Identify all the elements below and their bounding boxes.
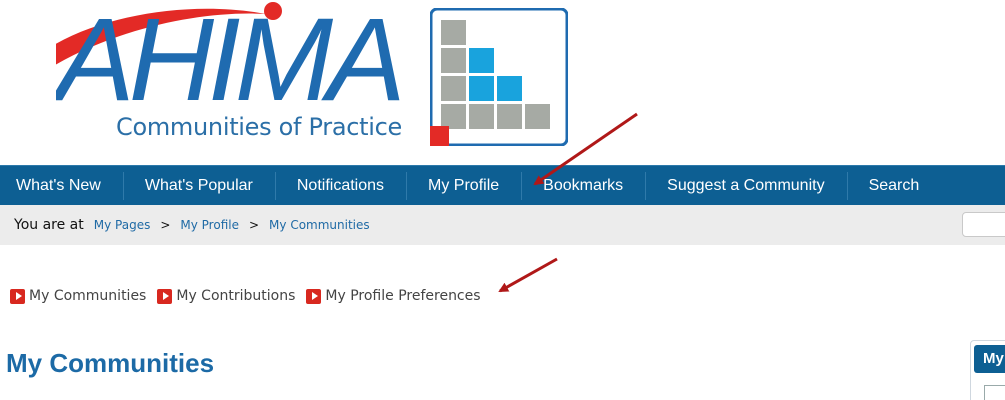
- site-header: AHIMA Communities of Practice: [0, 0, 1005, 163]
- breadcrumb-separator: >: [160, 218, 171, 232]
- logo-mark-icon: [430, 8, 568, 146]
- nav-whats-popular[interactable]: What's Popular: [122, 166, 275, 206]
- nav-my-profile[interactable]: My Profile: [406, 166, 521, 206]
- side-panel-header: My: [974, 345, 1005, 373]
- breadcrumb-separator: >: [248, 218, 260, 232]
- arrow-to-profile-preferences: [498, 257, 558, 293]
- logo-subtitle: Communities of Practice: [116, 113, 402, 141]
- search-input[interactable]: [962, 212, 1005, 237]
- breadcrumb: You are at My Pages > My Profile > My Co…: [0, 205, 1005, 245]
- side-panel-field[interactable]: [984, 385, 1005, 400]
- sublink-label: My Profile Preferences: [325, 288, 481, 304]
- sublink-my-profile-preferences[interactable]: My Profile Preferences: [306, 288, 481, 304]
- ahima-logo[interactable]: AHIMA: [56, 2, 416, 112]
- logo-wordmark: AHIMA: [56, 2, 400, 112]
- nav-suggest-community[interactable]: Suggest a Community: [645, 166, 846, 206]
- profile-sublinks: My Communities My Contributions My Profi…: [10, 288, 492, 304]
- breadcrumb-my-profile[interactable]: My Profile: [180, 218, 239, 232]
- sublink-my-contributions[interactable]: My Contributions: [157, 288, 295, 304]
- page-title: My Communities: [6, 348, 215, 378]
- sublink-label: My Communities: [29, 288, 147, 304]
- nav-notifications[interactable]: Notifications: [274, 166, 406, 206]
- sublink-my-communities[interactable]: My Communities: [10, 288, 146, 304]
- main-nav: What's New What's Popular Notifications …: [0, 165, 1005, 205]
- breadcrumb-my-communities[interactable]: My Communities: [269, 218, 370, 232]
- play-icon: [157, 288, 173, 304]
- play-icon: [306, 288, 322, 304]
- play-icon: [10, 288, 25, 304]
- sublink-label: My Contributions: [176, 288, 296, 304]
- breadcrumb-my-pages[interactable]: My Pages: [94, 218, 151, 232]
- nav-whats-new[interactable]: What's New: [0, 166, 123, 206]
- breadcrumb-prefix: You are at: [14, 217, 84, 233]
- nav-search[interactable]: Search: [846, 166, 942, 206]
- nav-bookmarks[interactable]: Bookmarks: [521, 166, 645, 206]
